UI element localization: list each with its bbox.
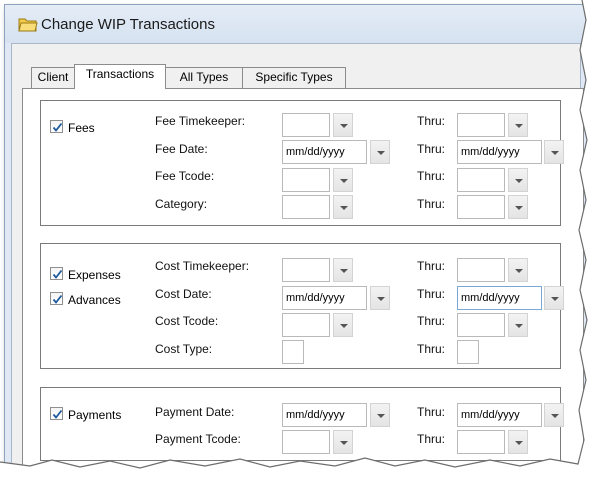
tab-transactions[interactable]: Transactions: [74, 64, 166, 89]
